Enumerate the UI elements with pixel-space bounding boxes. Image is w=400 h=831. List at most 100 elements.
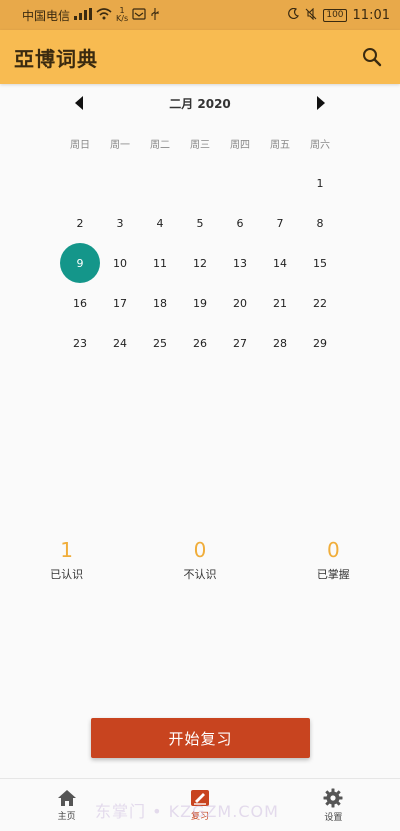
next-month-button[interactable] bbox=[314, 95, 328, 111]
day-cell[interactable]: 17 bbox=[100, 283, 140, 323]
stat-mastered: 0 已掌握 bbox=[267, 538, 400, 582]
status-bar: 中国电信 1 K/s 100 11:01 bbox=[0, 0, 400, 30]
day-number: 29 bbox=[313, 336, 327, 350]
day-number: 19 bbox=[193, 296, 207, 310]
empty-day-cell bbox=[140, 163, 180, 203]
day-number: 2 bbox=[76, 216, 84, 230]
day-number: 7 bbox=[276, 216, 284, 230]
stat-label: 不认识 bbox=[183, 568, 217, 581]
day-cell[interactable]: 29 bbox=[300, 323, 340, 363]
day-cell[interactable]: 6 bbox=[220, 203, 260, 243]
search-button[interactable] bbox=[358, 43, 386, 71]
stats-row: 1 已认识 0 不认识 0 已掌握 bbox=[0, 538, 400, 582]
signal-icon bbox=[74, 7, 93, 23]
day-number: 20 bbox=[233, 296, 247, 310]
start-review-button[interactable]: 开始复习 bbox=[91, 718, 310, 758]
day-cell[interactable]: 19 bbox=[180, 283, 220, 323]
wifi-icon bbox=[96, 7, 112, 23]
day-cell[interactable]: 28 bbox=[260, 323, 300, 363]
stat-value: 0 bbox=[193, 538, 207, 562]
day-cell[interactable]: 9 bbox=[60, 243, 100, 283]
day-number: 12 bbox=[193, 256, 207, 270]
network-speed: 1 K/s bbox=[116, 7, 128, 23]
day-cell[interactable]: 5 bbox=[180, 203, 220, 243]
weekday-label: 周一 bbox=[110, 140, 130, 151]
weekday-label: 周六 bbox=[310, 140, 330, 151]
stat-value: 1 bbox=[60, 538, 74, 562]
day-number: 17 bbox=[113, 296, 127, 310]
stat-known: 1 已认识 bbox=[0, 538, 133, 582]
stat-label: 已认识 bbox=[50, 568, 84, 581]
stat-unknown: 0 不认识 bbox=[133, 538, 266, 582]
empty-day-cell bbox=[180, 163, 220, 203]
nav-label: 主页 bbox=[57, 811, 76, 822]
day-cell[interactable]: 26 bbox=[180, 323, 220, 363]
weekday-header: 周日 周一 周二 周三 周四 周五 周六 bbox=[60, 136, 340, 151]
gear-icon bbox=[323, 788, 343, 807]
day-number: 23 bbox=[73, 336, 87, 350]
usb-icon bbox=[150, 7, 160, 23]
day-cell[interactable]: 4 bbox=[140, 203, 180, 243]
battery-indicator: 100 bbox=[323, 8, 347, 22]
day-number: 15 bbox=[313, 256, 327, 270]
day-number: 4 bbox=[156, 216, 164, 230]
nav-label: 设置 bbox=[324, 812, 343, 823]
day-number: 6 bbox=[236, 216, 244, 230]
stat-label: 已掌握 bbox=[316, 568, 350, 581]
day-cell[interactable]: 11 bbox=[140, 243, 180, 283]
mute-icon bbox=[305, 7, 317, 23]
empty-day-cell bbox=[220, 163, 260, 203]
carrier-label: 中国电信 bbox=[22, 8, 71, 23]
day-number: 3 bbox=[116, 216, 124, 230]
weekday-label: 周三 bbox=[190, 140, 210, 151]
calendar-grid: 1 2 3 4 5 6 7 8 9 10 11 12 13 14 15 16 17 18 19 20 21 22 23 24 2… bbox=[60, 163, 340, 363]
day-number: 5 bbox=[196, 216, 204, 230]
day-number: 16 bbox=[73, 296, 87, 310]
day-number: 10 bbox=[113, 256, 127, 270]
day-number: 26 bbox=[193, 336, 207, 350]
nav-item-settings[interactable]: 设置 bbox=[267, 779, 400, 831]
caret-right-icon bbox=[317, 96, 325, 110]
day-cell[interactable]: 8 bbox=[300, 203, 340, 243]
day-cell[interactable]: 18 bbox=[140, 283, 180, 323]
weekday-label: 周二 bbox=[150, 140, 170, 151]
day-number: 27 bbox=[233, 336, 247, 350]
day-cell[interactable]: 10 bbox=[100, 243, 140, 283]
stat-value: 0 bbox=[326, 538, 340, 562]
day-number: 28 bbox=[273, 336, 287, 350]
day-cell[interactable]: 12 bbox=[180, 243, 220, 283]
home-icon bbox=[57, 789, 76, 806]
day-number: 24 bbox=[113, 336, 127, 350]
day-cell[interactable]: 3 bbox=[100, 203, 140, 243]
day-cell[interactable]: 20 bbox=[220, 283, 260, 323]
day-cell[interactable]: 21 bbox=[260, 283, 300, 323]
day-cell[interactable]: 16 bbox=[60, 283, 100, 323]
month-nav: 二月 2020 bbox=[0, 92, 400, 114]
day-number: 8 bbox=[316, 216, 324, 230]
weekday-label: 周五 bbox=[270, 140, 290, 151]
day-cell[interactable]: 22 bbox=[300, 283, 340, 323]
day-cell[interactable]: 24 bbox=[100, 323, 140, 363]
day-cell[interactable]: 2 bbox=[60, 203, 100, 243]
app-bar: 亞博词典 bbox=[0, 30, 400, 84]
weekday-label: 周四 bbox=[230, 140, 250, 151]
day-cell[interactable]: 13 bbox=[220, 243, 260, 283]
day-cell[interactable]: 15 bbox=[300, 243, 340, 283]
app-title: 亞博词典 bbox=[14, 46, 98, 71]
day-number: 9 bbox=[60, 243, 100, 283]
day-number: 25 bbox=[153, 336, 167, 350]
day-cell[interactable]: 7 bbox=[260, 203, 300, 243]
empty-day-cell bbox=[60, 163, 100, 203]
day-cell[interactable]: 14 bbox=[260, 243, 300, 283]
moon-icon bbox=[288, 7, 300, 22]
day-cell[interactable]: 1 bbox=[300, 163, 340, 203]
day-cell[interactable]: 25 bbox=[140, 323, 180, 363]
month-title: 二月 2020 bbox=[169, 97, 231, 111]
status-left: 中国电信 1 K/s bbox=[22, 7, 160, 24]
empty-day-cell bbox=[100, 163, 140, 203]
day-number: 18 bbox=[153, 296, 167, 310]
status-right: 100 11:01 bbox=[288, 7, 390, 23]
day-cell[interactable]: 27 bbox=[220, 323, 260, 363]
day-cell[interactable]: 23 bbox=[60, 323, 100, 363]
day-number: 1 bbox=[316, 176, 324, 190]
